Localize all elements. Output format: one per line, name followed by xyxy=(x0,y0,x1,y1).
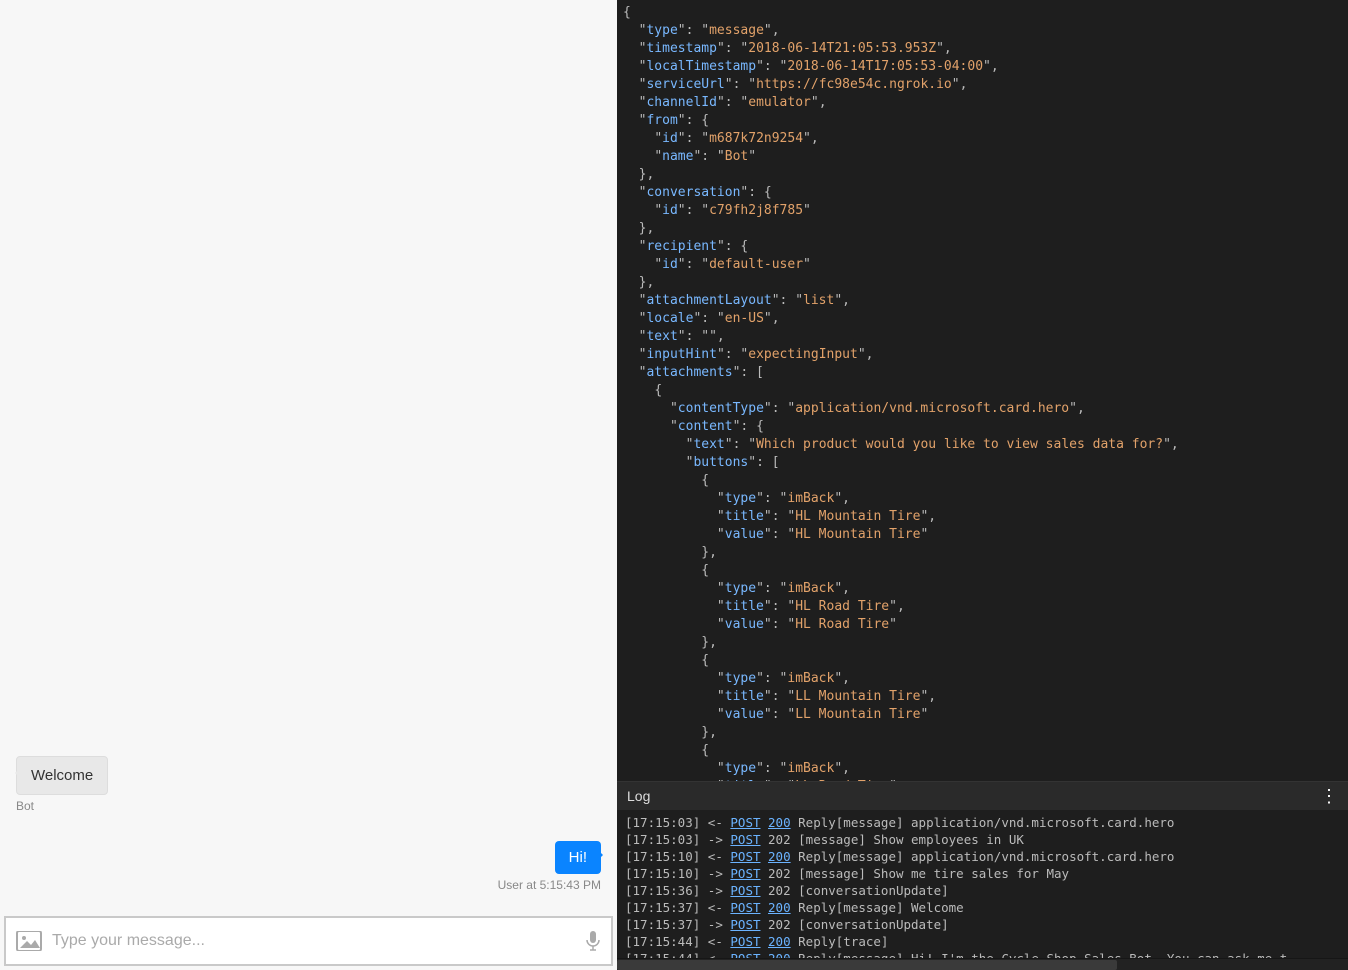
log-header: Log ⋮ xyxy=(617,781,1348,810)
microphone-icon[interactable] xyxy=(585,930,601,952)
bot-message[interactable]: Welcome Bot xyxy=(16,756,108,835)
user-message[interactable]: Hi! User at 5:15:43 PM xyxy=(498,841,601,892)
inspector-panel: { "type": "message", "timestamp": "2018-… xyxy=(617,0,1348,970)
user-label: User at 5:15:43 PM xyxy=(498,878,601,892)
log-scrollbar-thumb[interactable] xyxy=(617,960,1117,970)
message-input[interactable] xyxy=(52,932,575,950)
log-menu-icon[interactable]: ⋮ xyxy=(1320,789,1338,803)
image-upload-icon[interactable] xyxy=(16,931,42,951)
log-scrollbar[interactable] xyxy=(617,958,1348,970)
chat-panel: Welcome Bot Hi! User at 5:15:43 PM xyxy=(0,0,617,970)
log-title: Log xyxy=(627,788,650,804)
chat-area: Welcome Bot Hi! User at 5:15:43 PM xyxy=(0,0,617,912)
user-bubble[interactable]: Hi! xyxy=(555,841,601,874)
json-inspector[interactable]: { "type": "message", "timestamp": "2018-… xyxy=(617,0,1348,781)
log-body[interactable]: [17:15:03] <- POST 200 Reply[message] ap… xyxy=(617,810,1348,958)
bot-bubble[interactable]: Welcome xyxy=(16,756,108,795)
message-input-bar xyxy=(4,916,613,966)
bot-label: Bot xyxy=(16,799,108,813)
